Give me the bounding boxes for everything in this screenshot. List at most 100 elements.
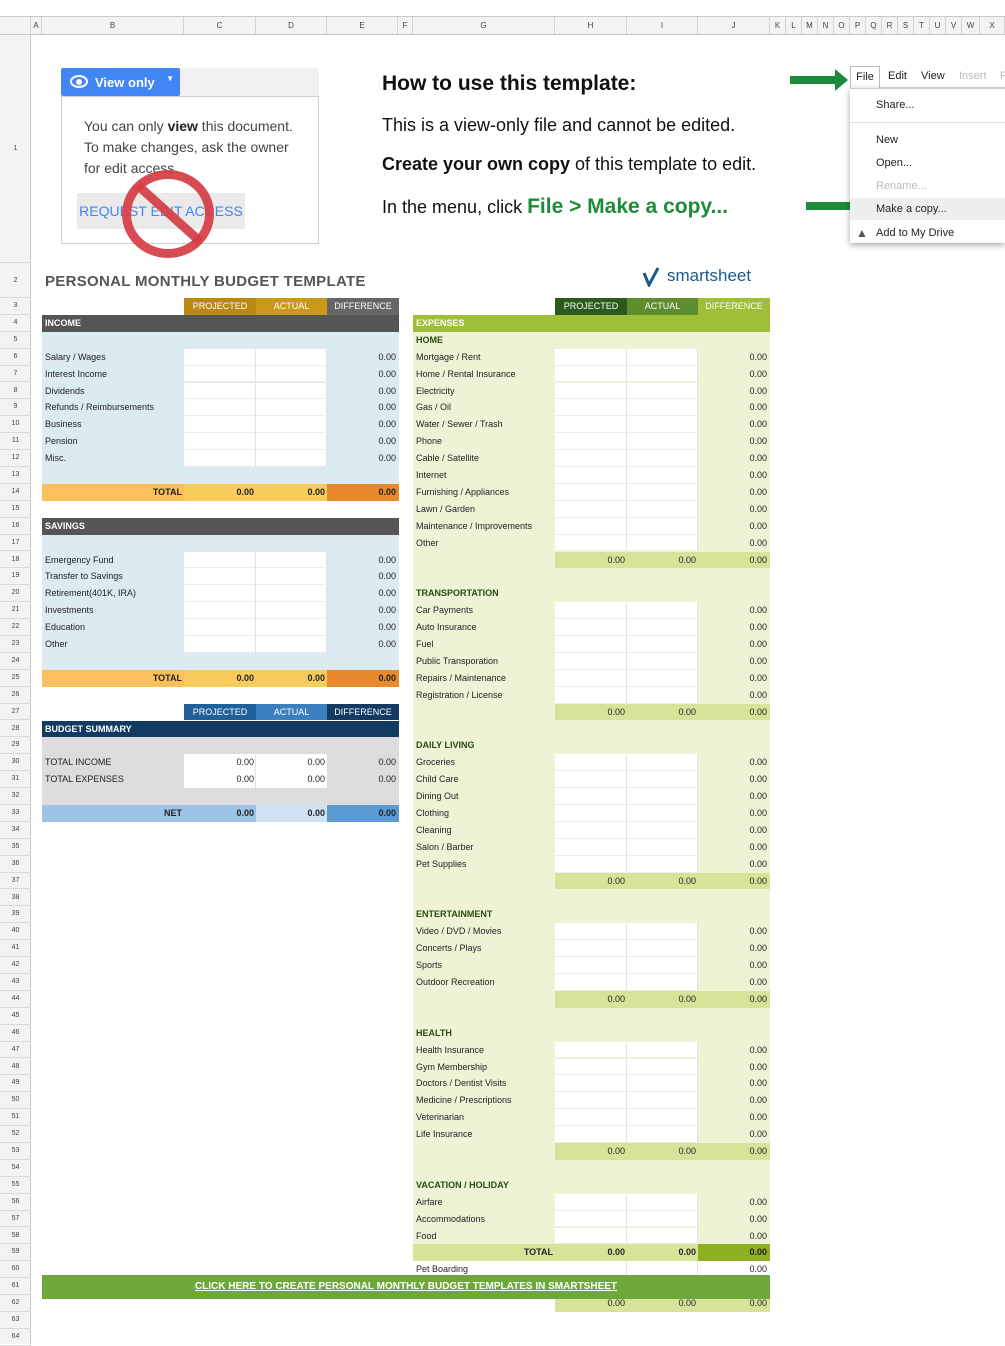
savings-projected-input[interactable]: [184, 551, 256, 569]
expense-projected-input[interactable]: [555, 416, 627, 434]
expense-actual-input[interactable]: [627, 433, 698, 451]
row-header[interactable]: 35: [0, 839, 31, 856]
row-header[interactable]: 22: [0, 619, 31, 636]
row-header[interactable]: 3: [0, 298, 31, 315]
expense-projected-input[interactable]: [555, 652, 627, 670]
expense-actual-input[interactable]: [627, 365, 698, 383]
row-header[interactable]: 28: [0, 721, 31, 738]
expense-projected-input[interactable]: [555, 1210, 627, 1228]
column-header-m[interactable]: M: [802, 17, 818, 35]
expense-actual-input[interactable]: [627, 1227, 698, 1245]
menu-format[interactable]: F: [1000, 70, 1005, 82]
expense-actual-input[interactable]: [627, 1092, 698, 1110]
savings-actual-input[interactable]: [256, 602, 327, 620]
column-header-h[interactable]: H: [555, 17, 627, 35]
row-header[interactable]: 47: [0, 1042, 31, 1059]
expense-projected-input[interactable]: [555, 1075, 627, 1093]
row-header[interactable]: 64: [0, 1329, 31, 1346]
expense-actual-input[interactable]: [627, 1058, 698, 1076]
expense-actual-input[interactable]: [627, 1126, 698, 1143]
row-header[interactable]: 39: [0, 906, 31, 924]
expense-projected-input[interactable]: [555, 1244, 627, 1262]
expense-projected-input[interactable]: [555, 636, 627, 653]
expense-actual-input[interactable]: [627, 1109, 698, 1127]
row-header[interactable]: 62: [0, 1295, 31, 1312]
row-header[interactable]: 12: [0, 450, 31, 467]
row-header[interactable]: 33: [0, 805, 31, 822]
menu-insert[interactable]: Insert: [959, 70, 987, 82]
expense-projected-input[interactable]: [555, 686, 627, 704]
menu-item-add-drive[interactable]: Add to My Drive: [876, 227, 954, 239]
column-header-v[interactable]: V: [946, 17, 962, 35]
column-header-j[interactable]: J: [698, 17, 770, 35]
income-actual-input[interactable]: [256, 399, 327, 417]
income-projected-input[interactable]: [184, 450, 256, 467]
expense-actual-input[interactable]: [627, 1193, 698, 1211]
row-header[interactable]: 37: [0, 873, 31, 890]
row-header[interactable]: 36: [0, 856, 31, 873]
row-header[interactable]: 32: [0, 788, 31, 805]
expense-actual-input[interactable]: [627, 636, 698, 653]
expense-actual-input[interactable]: [627, 1041, 698, 1059]
row-header[interactable]: 20: [0, 585, 31, 603]
expense-projected-input[interactable]: [555, 500, 627, 518]
column-header-b[interactable]: B: [42, 17, 184, 35]
expense-actual-input[interactable]: [627, 754, 698, 772]
row-header[interactable]: 2: [0, 263, 31, 298]
row-header[interactable]: 13: [0, 467, 31, 484]
row-header[interactable]: 43: [0, 974, 31, 991]
row-header[interactable]: 44: [0, 991, 31, 1008]
row-header[interactable]: 10: [0, 416, 31, 434]
column-header-t[interactable]: T: [914, 17, 930, 35]
expense-actual-input[interactable]: [627, 923, 698, 941]
expense-actual-input[interactable]: [627, 1244, 698, 1262]
expense-projected-input[interactable]: [555, 1041, 627, 1059]
expense-projected-input[interactable]: [555, 923, 627, 941]
row-header[interactable]: 4: [0, 315, 31, 332]
row-header[interactable]: 56: [0, 1194, 31, 1211]
expense-actual-input[interactable]: [627, 771, 698, 789]
row-header[interactable]: 40: [0, 923, 31, 941]
row-header[interactable]: 7: [0, 366, 31, 383]
savings-actual-input[interactable]: [256, 636, 327, 653]
column-header-w[interactable]: W: [962, 17, 980, 35]
expense-projected-input[interactable]: [555, 365, 627, 383]
expense-actual-input[interactable]: [627, 517, 698, 535]
savings-projected-input[interactable]: [184, 602, 256, 620]
row-header[interactable]: 15: [0, 501, 31, 518]
expense-projected-input[interactable]: [555, 771, 627, 789]
column-header-n[interactable]: N: [818, 17, 834, 35]
menu-item-make-copy[interactable]: Make a copy...: [876, 203, 947, 215]
row-header[interactable]: 14: [0, 484, 31, 501]
column-header-r[interactable]: R: [882, 17, 898, 35]
expense-actual-input[interactable]: [627, 974, 698, 991]
row-header[interactable]: 61: [0, 1278, 31, 1296]
expense-actual-input[interactable]: [627, 669, 698, 687]
savings-actual-input[interactable]: [256, 585, 327, 603]
expense-actual-input[interactable]: [627, 416, 698, 434]
expense-projected-input[interactable]: [555, 517, 627, 535]
savings-projected-input[interactable]: [184, 568, 256, 586]
row-header[interactable]: 8: [0, 383, 31, 400]
expense-actual-input[interactable]: [627, 652, 698, 670]
expense-projected-input[interactable]: [555, 467, 627, 484]
savings-actual-input[interactable]: [256, 551, 327, 569]
row-header[interactable]: 60: [0, 1261, 31, 1279]
row-header[interactable]: 24: [0, 653, 31, 670]
expense-projected-input[interactable]: [555, 855, 627, 873]
savings-projected-input[interactable]: [184, 636, 256, 653]
income-projected-input[interactable]: [184, 433, 256, 451]
expense-projected-input[interactable]: [555, 788, 627, 805]
row-header[interactable]: 49: [0, 1075, 31, 1093]
expense-projected-input[interactable]: [555, 1227, 627, 1245]
column-header-a[interactable]: A: [31, 17, 42, 35]
income-projected-input[interactable]: [184, 365, 256, 383]
row-header[interactable]: 5: [0, 332, 31, 349]
row-header[interactable]: 55: [0, 1177, 31, 1194]
expense-actual-input[interactable]: [627, 619, 698, 636]
expense-projected-input[interactable]: [555, 602, 627, 620]
column-header-d[interactable]: D: [256, 17, 327, 35]
income-projected-input[interactable]: [184, 399, 256, 417]
column-header-o[interactable]: O: [834, 17, 850, 35]
row-header[interactable]: 45: [0, 1008, 31, 1025]
